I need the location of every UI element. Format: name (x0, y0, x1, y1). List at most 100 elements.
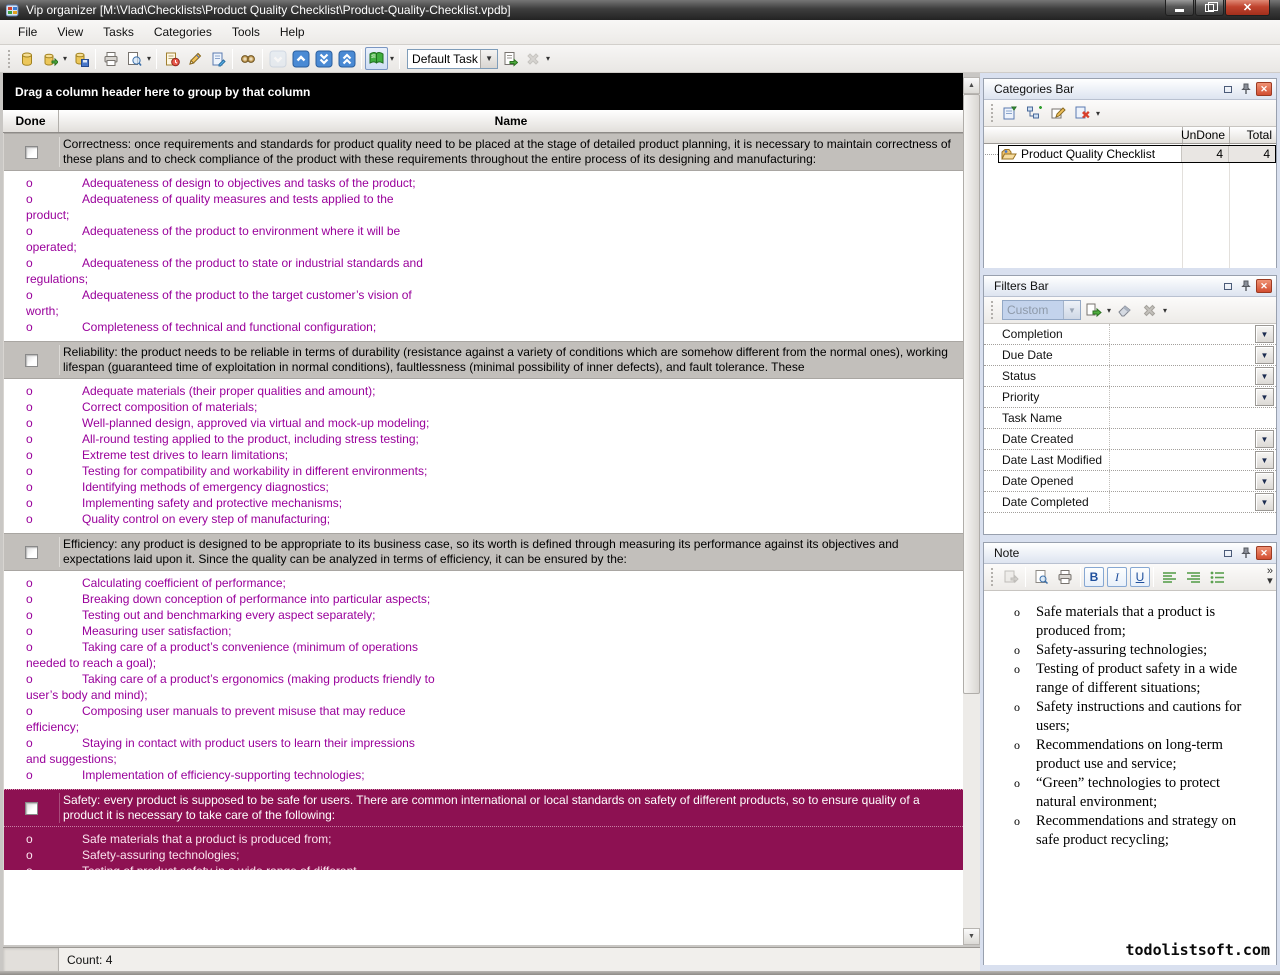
subtask-item[interactable]: oCompleteness of technical and functiona… (4, 319, 436, 335)
task-row-safety-selected[interactable]: Safety: every product is supposed to be … (4, 789, 963, 826)
filter-row-date-opened[interactable]: Date Opened▼ (984, 471, 1276, 492)
align-right-icon[interactable] (1181, 566, 1205, 588)
subtask-item[interactable]: oTesting for compatibility and workabili… (4, 463, 436, 479)
scrollbar-thumb[interactable] (963, 94, 980, 694)
underline-icon[interactable]: U (1130, 567, 1150, 587)
categories-toolbar-grip[interactable] (991, 104, 994, 122)
toolbar-grip[interactable] (8, 50, 11, 68)
panel-pin-icon[interactable] (1238, 546, 1254, 560)
restore-button[interactable] (1195, 0, 1224, 16)
panel-close-icon[interactable]: ✕ (1256, 546, 1272, 560)
apply-filter-icon[interactable] (1081, 299, 1105, 321)
menu-file[interactable]: File (8, 21, 47, 43)
subtask-item[interactable]: oAdequateness of design to objectives an… (4, 175, 436, 191)
filter-row-status[interactable]: Status▼ (984, 366, 1276, 387)
subtask-item[interactable]: oAdequateness of the product to the targ… (4, 287, 436, 319)
subtask-item[interactable]: oBreaking down conception of performance… (4, 591, 436, 607)
italic-icon[interactable]: I (1107, 567, 1127, 587)
clear-filter-icon[interactable] (1113, 299, 1137, 321)
done-checkbox[interactable] (25, 802, 38, 815)
panel-restore-icon[interactable] (1220, 279, 1236, 293)
move-down-icon[interactable] (266, 47, 289, 70)
new-database-icon[interactable] (15, 47, 38, 70)
subtask-item[interactable]: oAdequateness of the product to state or… (4, 255, 436, 287)
edit-task-icon[interactable] (183, 47, 206, 70)
move-top-icon[interactable] (335, 47, 358, 70)
find-icon[interactable] (236, 47, 259, 70)
toolbar-overflow-icon[interactable]: ▾ (544, 54, 552, 63)
category-row-selected[interactable]: Product Quality Checklist 4 4 (998, 145, 1276, 163)
subtask-item[interactable]: oAdequate materials (their proper qualit… (4, 383, 436, 399)
note-toolbar-overflow-icon[interactable]: »▾ (1267, 566, 1273, 586)
apply-filter-dropdown-icon[interactable]: ▾ (1105, 306, 1113, 315)
chevron-down-icon[interactable]: ▼ (1255, 325, 1274, 343)
task-type-combobox[interactable]: Default Task ▼ (407, 49, 498, 69)
edit-category-icon[interactable] (1046, 102, 1070, 124)
done-checkbox[interactable] (25, 146, 38, 159)
column-header-done[interactable]: Done (3, 110, 59, 132)
subtask-item[interactable]: oQuality control on every step of manufa… (4, 511, 436, 527)
panel-pin-icon[interactable] (1238, 279, 1254, 293)
task-row-efficiency[interactable]: Efficiency: any product is designed to b… (4, 533, 963, 571)
move-up-icon[interactable] (289, 47, 312, 70)
chevron-down-icon[interactable]: ▼ (1255, 367, 1274, 385)
filter-row-date-created[interactable]: Date Created▼ (984, 429, 1276, 450)
grid-vertical-scrollbar[interactable]: ▲ ▼ (963, 77, 980, 945)
filter-preset-combobox[interactable]: Custom ▼ (1002, 300, 1081, 320)
filter-row-date-last-modified[interactable]: Date Last Modified▼ (984, 450, 1276, 471)
notes-panel-toggle-icon[interactable] (365, 47, 388, 70)
note-preview-icon[interactable] (1029, 566, 1053, 588)
subtask-item[interactable]: oAll-round testing applied to the produc… (4, 431, 436, 447)
subtask-item[interactable]: oAdequateness of quality measures and te… (4, 191, 436, 223)
save-database-icon[interactable] (69, 47, 92, 70)
chevron-down-icon[interactable]: ▼ (1255, 472, 1274, 490)
filters-toolbar-overflow-icon[interactable]: ▾ (1161, 306, 1169, 315)
subtask-item[interactable]: oCorrect composition of materials; (4, 399, 436, 415)
categories-toolbar-overflow-icon[interactable]: ▾ (1094, 109, 1102, 118)
subtask-item[interactable]: oExtreme test drives to learn limitation… (4, 447, 436, 463)
subtask-item[interactable]: oSafe materials that a product is produc… (4, 831, 436, 847)
bold-icon[interactable]: B (1084, 567, 1104, 587)
chevron-down-icon[interactable]: ▼ (1255, 346, 1274, 364)
chevron-down-icon[interactable]: ▼ (1255, 430, 1274, 448)
subtask-item[interactable]: oTaking care of a product’s convenience … (4, 639, 436, 671)
print-preview-icon[interactable] (122, 47, 145, 70)
group-by-band[interactable]: Drag a column header here to group by th… (3, 73, 963, 110)
note-print-icon[interactable] (1053, 566, 1077, 588)
print-dropdown-icon[interactable]: ▾ (145, 54, 153, 63)
subtask-item[interactable]: oStaying in contact with product users t… (4, 735, 436, 767)
subtask-item[interactable]: oImplementing safety and protective mech… (4, 495, 436, 511)
filter-row-completion[interactable]: Completion▼ (984, 324, 1276, 345)
open-database-icon[interactable] (38, 47, 61, 70)
panel-close-icon[interactable]: ✕ (1256, 82, 1272, 96)
subtask-item[interactable]: oTaking care of a product’s ergonomics (… (4, 671, 436, 703)
close-button[interactable]: ✕ (1225, 0, 1270, 16)
subtask-item[interactable]: oTesting out and benchmarking every aspe… (4, 607, 436, 623)
open-database-dropdown-icon[interactable]: ▾ (61, 54, 69, 63)
filter-row-task-name[interactable]: Task Name (984, 408, 1276, 429)
note-edit-icon[interactable] (206, 47, 229, 70)
panel-close-icon[interactable]: ✕ (1256, 279, 1272, 293)
bullet-list-icon[interactable] (1205, 566, 1229, 588)
filter-preset-dropdown-icon[interactable]: ▼ (1063, 301, 1080, 319)
filter-row-priority[interactable]: Priority▼ (984, 387, 1276, 408)
note-toolbar-grip[interactable] (991, 568, 994, 586)
apply-template-icon[interactable] (498, 47, 521, 70)
column-header-total[interactable]: Total (1229, 127, 1276, 143)
subtask-item[interactable]: oComposing user manuals to prevent misus… (4, 703, 436, 735)
filter-row-due-date[interactable]: Due Date▼ (984, 345, 1276, 366)
task-type-dropdown-icon[interactable]: ▼ (480, 50, 497, 68)
panel-restore-icon[interactable] (1220, 82, 1236, 96)
new-checklist-icon[interactable] (998, 102, 1022, 124)
chevron-down-icon[interactable]: ▼ (1255, 451, 1274, 469)
delete-category-icon[interactable] (1070, 102, 1094, 124)
task-row-correctness[interactable]: Correctness: once requirements and stand… (4, 133, 963, 171)
menu-help[interactable]: Help (270, 21, 315, 43)
chevron-down-icon[interactable]: ▼ (1255, 493, 1274, 511)
filter-row-date-completed[interactable]: Date Completed▼ (984, 492, 1276, 513)
print-icon[interactable] (99, 47, 122, 70)
move-bottom-icon[interactable] (312, 47, 335, 70)
note-content[interactable]: oSafe materials that a product is produc… (984, 591, 1276, 965)
chevron-down-icon[interactable]: ▼ (1255, 388, 1274, 406)
menu-categories[interactable]: Categories (144, 21, 222, 43)
